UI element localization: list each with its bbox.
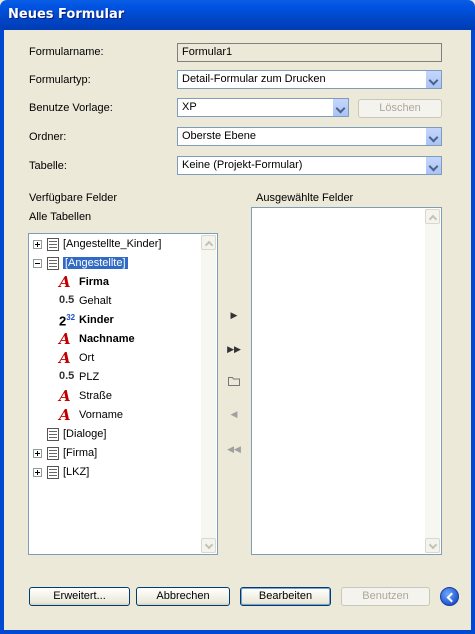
table-label: [Dialoge] [63, 428, 107, 440]
chevron-down-icon[interactable] [425, 157, 441, 174]
tree-field-row[interactable]: 0.5 Gehalt [29, 293, 199, 311]
scroll-down-button[interactable] [201, 538, 216, 553]
tree-field-row[interactable]: A Ort [29, 349, 199, 368]
table-icon [47, 257, 59, 270]
field-label: Vorname [79, 409, 124, 421]
text-field-icon: A [59, 273, 71, 291]
form-type-select[interactable]: Detail-Formular zum Drucken [177, 70, 442, 89]
form-name-value: Formular1 [182, 46, 233, 58]
selected-scrollbar[interactable] [425, 209, 440, 553]
edit-button[interactable]: Bearbeiten [240, 587, 331, 606]
available-fields-tree[interactable]: [Angestellte_Kinder] [Angestellte] A Firma 0… [28, 233, 218, 555]
window-title: Neues Formular [8, 7, 125, 22]
add-all-fields-button[interactable]: ▶▶ [226, 341, 242, 357]
tree-field-row[interactable]: 0.5 PLZ [29, 369, 199, 387]
field-label: PLZ [79, 371, 100, 383]
integer-field-icon: 232 [59, 313, 76, 329]
collapse-icon[interactable] [33, 259, 42, 268]
template-select[interactable]: XP [177, 98, 349, 117]
table-label: Tabelle: [29, 160, 67, 172]
tree-table-row[interactable]: [Angestellte] [29, 255, 199, 273]
table-icon [47, 466, 59, 479]
folder-value: Oberste Ebene [182, 130, 256, 142]
form-name-label: Formularname: [29, 46, 104, 58]
field-label: Gehalt [79, 295, 112, 307]
available-fields-heading: Verfügbare Felder [29, 192, 118, 204]
number-field-icon: 0.5 [59, 370, 75, 382]
advanced-button[interactable]: Erweitert... [29, 587, 130, 606]
field-label: Straße [79, 390, 113, 402]
chevron-down-icon[interactable] [425, 128, 441, 145]
tree-table-row[interactable]: [Angestellte_Kinder] [29, 236, 199, 254]
folder-icon[interactable] [226, 375, 242, 391]
field-label: Ort [79, 352, 95, 364]
table-label: [Firma] [63, 447, 98, 459]
expand-icon[interactable] [33, 449, 42, 458]
back-arrow-icon[interactable] [440, 587, 459, 606]
table-icon [47, 447, 59, 460]
text-field-icon: A [59, 330, 71, 348]
expand-icon[interactable] [33, 468, 42, 477]
folder-select[interactable]: Oberste Ebene [177, 127, 442, 146]
text-field-icon: A [59, 349, 71, 367]
template-label: Benutze Vorlage: [29, 102, 113, 114]
tree-table-row[interactable]: [Firma] [29, 445, 199, 463]
scroll-down-button[interactable] [425, 538, 440, 553]
tree-field-row[interactable]: A Vorname [29, 406, 199, 425]
all-tables-heading: Alle Tabellen [29, 211, 92, 223]
field-label: Firma [79, 276, 109, 288]
tree-table-row[interactable]: [LKZ] [29, 464, 199, 482]
tree-field-row[interactable]: A Straße [29, 387, 199, 406]
add-field-button[interactable]: ▶ [226, 307, 242, 323]
field-label: Kinder [79, 314, 114, 326]
tree-field-row[interactable]: 232 Kinder [29, 312, 199, 330]
title-bar: Neues Formular [0, 0, 475, 30]
table-icon [47, 428, 59, 441]
folder-label: Ordner: [29, 131, 67, 143]
table-label: [Angestellte] [62, 256, 129, 270]
tree-field-row[interactable]: A Firma [29, 273, 199, 292]
number-field-icon: 0.5 [59, 294, 75, 306]
text-field-icon: A [59, 387, 71, 405]
selected-fields-list[interactable] [251, 207, 442, 555]
table-label: [LKZ] [63, 466, 90, 478]
tree-table-row[interactable]: [Dialoge] [29, 426, 199, 444]
scroll-up-button[interactable] [201, 235, 216, 250]
delete-template-button[interactable]: Löschen [358, 99, 442, 118]
tree-field-row[interactable]: A Nachname [29, 330, 199, 349]
chevron-down-icon[interactable] [332, 99, 348, 116]
table-value: Keine (Projekt-Formular) [182, 159, 303, 171]
table-icon [47, 238, 59, 251]
cancel-button[interactable]: Abbrechen [136, 587, 230, 606]
use-button[interactable]: Benutzen [341, 587, 430, 606]
tree-scrollbar[interactable] [201, 235, 216, 553]
chevron-down-icon[interactable] [425, 71, 441, 88]
expand-icon[interactable] [33, 240, 42, 249]
table-select[interactable]: Keine (Projekt-Formular) [177, 156, 442, 175]
form-type-label: Formulartyp: [29, 74, 91, 86]
selected-fields-heading: Ausgewählte Felder [256, 192, 354, 204]
text-field-icon: A [59, 406, 71, 424]
template-value: XP [182, 101, 197, 113]
form-type-value: Detail-Formular zum Drucken [182, 73, 326, 85]
remove-field-button[interactable]: ◀ [226, 406, 242, 422]
remove-all-fields-button[interactable]: ◀◀ [226, 441, 242, 457]
field-label: Nachname [79, 333, 135, 345]
scroll-up-button[interactable] [425, 209, 440, 224]
table-label: [Angestellte_Kinder] [63, 238, 162, 250]
form-name-field[interactable]: Formular1 [177, 43, 442, 62]
